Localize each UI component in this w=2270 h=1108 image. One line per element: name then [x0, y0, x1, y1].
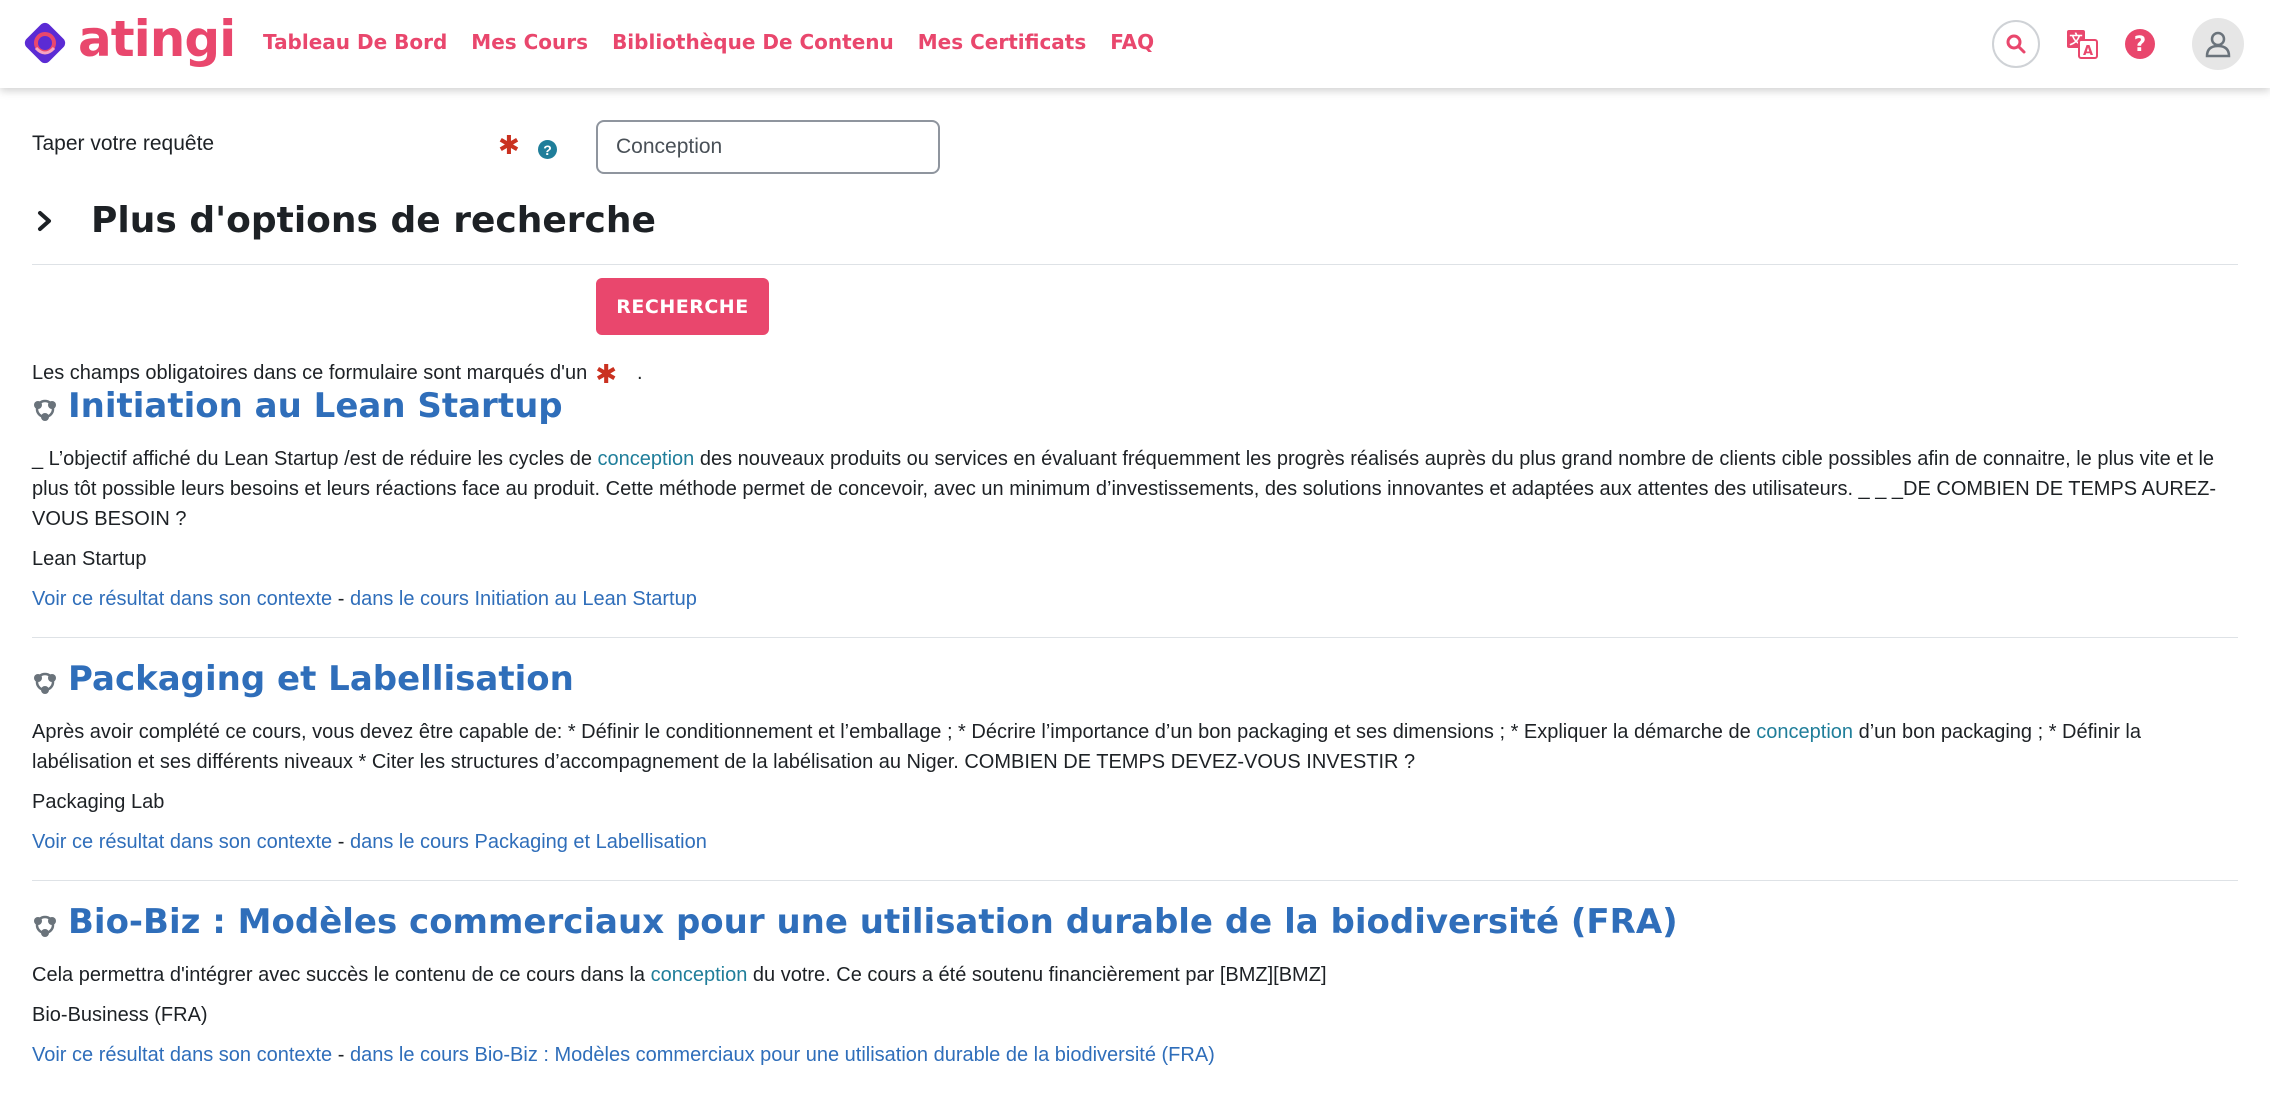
desc-text: du votre. Ce cours a été soutenu financi…	[747, 964, 1327, 986]
svg-text:?: ?	[2134, 32, 2146, 56]
more-options-title: Plus d'options de recherche	[91, 200, 656, 241]
nav-link-my-courses[interactable]: Mes Cours	[471, 30, 588, 54]
result-title-row: Bio-Biz : Modèles commerciaux pour une u…	[32, 902, 2242, 942]
query-label: Taper votre requête	[32, 132, 215, 155]
in-course-link[interactable]: dans le cours Packaging et Labellisation	[350, 831, 707, 853]
search-highlight: conception	[650, 964, 748, 986]
divider	[32, 264, 2238, 265]
translate-icon: 文 A	[2067, 30, 2098, 59]
result-description: _ L’objectif affiché du Lean Startup /es…	[32, 444, 2242, 534]
language-button[interactable]: 文 A	[2062, 24, 2102, 64]
search-query-row: Taper votre requête ✱ ?	[32, 120, 2232, 176]
link-separator: -	[332, 831, 350, 853]
search-highlight: conception	[597, 448, 695, 470]
in-course-link[interactable]: dans le cours Initiation au Lean Startup	[350, 588, 697, 610]
search-submit-button[interactable]: RECHERCHE	[596, 278, 769, 335]
result-links: Voir ce résultat dans son contexte - dan…	[32, 1040, 2242, 1070]
course-result-icon	[34, 915, 56, 937]
desc-text: Après avoir complété ce cours, vous deve…	[32, 721, 1757, 743]
nav-link-dashboard[interactable]: Tableau De Bord	[263, 30, 447, 54]
nav-actions: 文 A ?	[1992, 18, 2244, 70]
nav-link-my-certificates[interactable]: Mes Certificats	[918, 30, 1087, 54]
result-title-row: Initiation au Lean Startup	[32, 386, 2242, 426]
result-title-link[interactable]: Bio-Biz : Modèles commerciaux pour une u…	[68, 902, 1678, 942]
search-icon	[2006, 34, 2026, 54]
atingi-logo-icon	[24, 22, 66, 64]
view-in-context-link[interactable]: Voir ce résultat dans son contexte	[32, 588, 332, 610]
chevron-right-icon	[38, 210, 51, 231]
desc-text: Cela permettra d'intégrer avec succès le…	[32, 964, 651, 986]
result-title-link[interactable]: Initiation au Lean Startup	[68, 386, 563, 426]
required-icon: ✱	[595, 358, 618, 389]
brand-name: atingi	[78, 10, 236, 68]
search-result: Packaging et Labellisation Après avoir c…	[32, 659, 2242, 857]
view-in-context-link[interactable]: Voir ce résultat dans son contexte	[32, 831, 332, 853]
user-avatar-icon	[2205, 31, 2231, 58]
result-title-row: Packaging et Labellisation	[32, 659, 2242, 699]
help-tooltip-icon[interactable]: ?	[538, 140, 557, 159]
svg-text:A: A	[2083, 44, 2093, 59]
top-navbar: atingi Tableau De Bord Mes Cours Bibliot…	[0, 0, 2270, 88]
course-result-icon	[34, 399, 56, 421]
link-separator: -	[332, 1044, 350, 1066]
divider	[32, 880, 2238, 881]
required-fields-note: Les champs obligatoires dans ce formulai…	[32, 358, 643, 389]
result-course-name: Lean Startup	[32, 548, 147, 570]
view-in-context-link[interactable]: Voir ce résultat dans son contexte	[32, 1044, 332, 1066]
more-search-options-toggle[interactable]: Plus d'options de recherche	[32, 200, 656, 241]
desc-text: _ L’objectif affiché du Lean Startup /es…	[32, 448, 598, 470]
required-note-text: Les champs obligatoires dans ce formulai…	[32, 362, 588, 384]
required-note-end: .	[637, 362, 643, 384]
help-icon: ?	[2125, 29, 2155, 59]
atingi-logo[interactable]: atingi	[20, 14, 236, 68]
link-separator: -	[332, 588, 350, 610]
result-course-name: Packaging Lab	[32, 791, 165, 813]
result-course-name: Bio-Business (FRA)	[32, 1004, 208, 1026]
nav-link-faq[interactable]: FAQ	[1110, 30, 1154, 54]
divider	[32, 637, 2238, 638]
search-result: Bio-Biz : Modèles commerciaux pour une u…	[32, 902, 2242, 1070]
required-icon: ✱	[498, 130, 520, 160]
search-highlight: conception	[1756, 721, 1854, 743]
course-result-icon	[34, 672, 56, 694]
search-button[interactable]	[1992, 20, 2040, 68]
result-links: Voir ce résultat dans son contexte - dan…	[32, 584, 2242, 614]
result-description: Cela permettra d'intégrer avec succès le…	[32, 960, 2242, 990]
search-result: Initiation au Lean Startup _ L’objectif …	[32, 386, 2242, 614]
user-menu-avatar[interactable]	[2192, 18, 2244, 70]
result-description: Après avoir complété ce cours, vous deve…	[32, 717, 2242, 777]
help-button[interactable]: ?	[2120, 24, 2160, 64]
result-title-link[interactable]: Packaging et Labellisation	[68, 659, 574, 699]
nav-link-content-library[interactable]: Bibliothèque De Contenu	[612, 30, 894, 54]
search-query-input[interactable]	[596, 120, 940, 174]
main-nav: Tableau De Bord Mes Cours Bibliothèque D…	[263, 30, 1178, 54]
in-course-link[interactable]: dans le cours Bio-Biz : Modèles commerci…	[350, 1044, 1215, 1066]
result-links: Voir ce résultat dans son contexte - dan…	[32, 827, 2242, 857]
